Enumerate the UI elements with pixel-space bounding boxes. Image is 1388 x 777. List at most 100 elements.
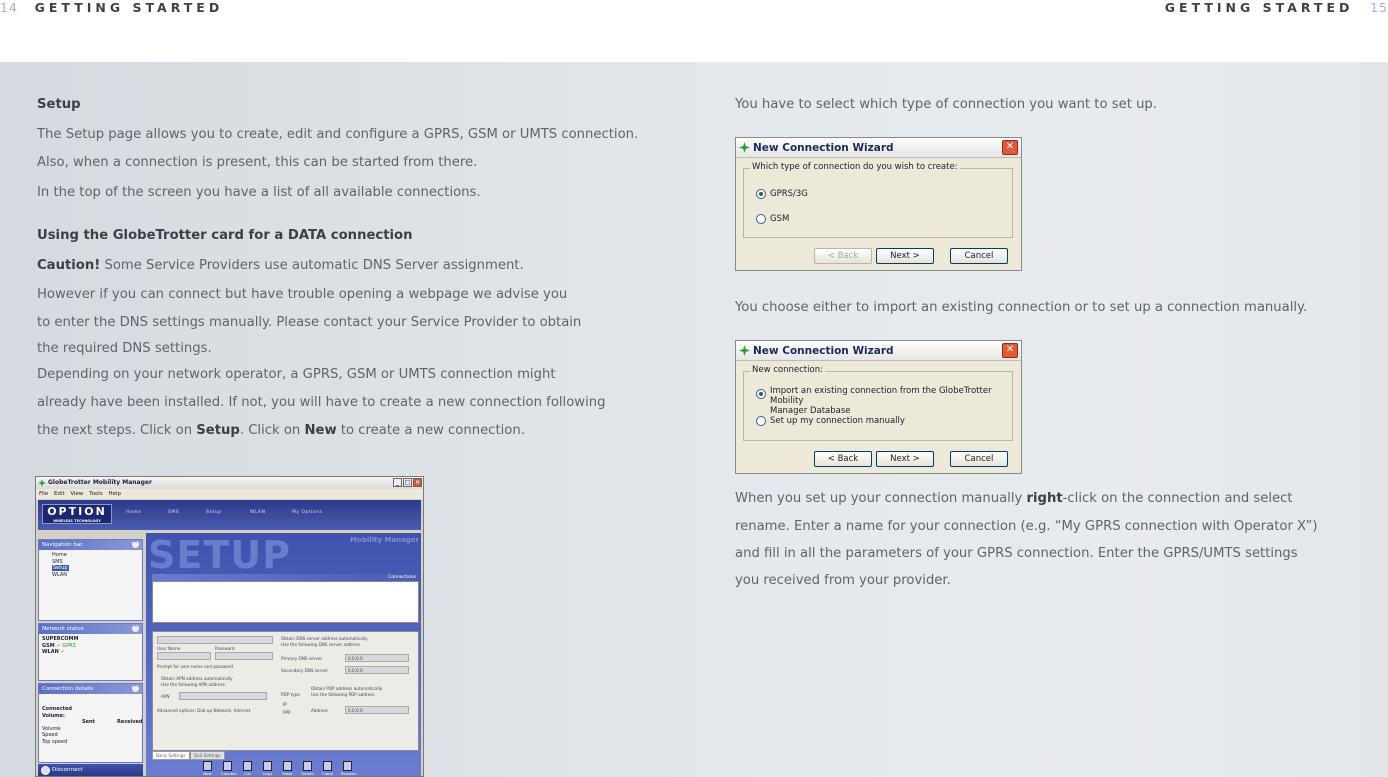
gt-nav-my-options[interactable]: My Options [292,510,322,515]
tool-connect-label: Connect [221,771,237,776]
primary-dns-value: 0.0.0.0 [348,656,363,661]
depending-line-1: Depending on your network operator, a GP… [37,367,556,382]
gsm-label: GSM [42,642,55,649]
pdp-auto-radio[interactable]: Obtain PDP address automatically [311,686,382,691]
wizard-2-title: New Connection Wizard [753,345,894,357]
page-number-left: 14 [0,0,18,15]
cancel-button[interactable]: Cancel [950,451,1008,467]
password-label: Password [215,646,235,651]
primary-dns-input[interactable]: 0.0.0.0 [345,654,409,662]
pdp-manual-radio[interactable]: Use the following PDP address [311,692,375,697]
radio-icon [756,416,766,426]
option-logo: OPTION WIRELESS TECHNOLOGY [42,504,112,524]
setup-heading: Setup [37,97,81,112]
back-button[interactable]: < Back [814,451,872,467]
check-icon: ✓ [60,649,65,655]
tool-paste-label: Paste [282,771,293,776]
wizard-2-title-bar: New Connection Wizard ✕ [736,341,1021,361]
gt-window-title: GlobeTrotter Mobility Manager [48,479,152,486]
connection-type-intro: You have to select which type of connect… [735,97,1157,112]
tool-delete-button[interactable]: Delete [301,761,314,776]
wizard-connection-type: New Connection Wizard ✕ Which type of co… [735,137,1022,271]
close-icon[interactable]: ✕ [1002,140,1018,155]
user-name-input[interactable] [157,652,211,660]
connection-name-field[interactable] [157,636,273,644]
next-button[interactable]: Next > [876,451,934,467]
connection-details-title: Connection details [39,684,142,694]
gt-window-controls: _ □ × [393,478,422,487]
tool-paste-button[interactable]: Paste [281,761,294,776]
rename-icon [343,761,352,771]
radio-gprs-3g[interactable]: GPRS/3G [756,189,808,199]
manual-text-a: When you set up your connection manually [735,491,1027,506]
next-button[interactable]: Next > [876,248,934,264]
radio-import-existing[interactable]: Import an existing connection from the G… [756,386,1012,416]
maximize-icon[interactable]: □ [403,478,412,487]
option-import-label-2: Manager Database [770,406,851,416]
secondary-dns-input[interactable]: 0.0.0.0 [345,666,409,674]
tool-copy-button[interactable]: Copy [261,761,274,776]
close-icon[interactable]: × [413,478,422,487]
back-button[interactable]: < Back [814,248,872,264]
apn-manual-radio[interactable]: Use the following APN address [161,682,225,687]
wizard-2-group: New connection: Import an existing conne… [743,365,1013,441]
gt-nav-sms[interactable]: SMS [168,510,179,515]
connections-header: Connections [152,574,419,581]
manual-setup-line-2: rename. Enter a name for your connection… [735,519,1318,534]
dns-auto-radio[interactable]: Obtain DNS server address automatically [281,636,368,641]
tool-connect-button[interactable]: Connect [221,761,237,776]
prompt-checkbox[interactable]: Prompt for user name and password [157,664,233,669]
caution-line-2: However if you can connect but have trou… [37,287,568,302]
caution-text-1: Some Service Providers use automatic DNS… [100,258,524,273]
wizard-1-title-bar: New Connection Wizard ✕ [736,138,1021,158]
received-label: Received [116,719,143,725]
depending-text-b: . Click on [239,423,305,438]
manual-setup-line-1: When you set up your connection manually… [735,486,1293,512]
logo-text: OPTION [47,505,107,518]
radio-setup-manually[interactable]: Set up my connection manually [756,416,905,426]
tool-cut-button[interactable]: Cut [241,761,254,776]
gprs-label: GPRS [62,642,76,649]
tool-new-button[interactable]: New [201,761,214,776]
tab-basic-settings[interactable]: Basic Settings [152,751,190,760]
apn-auto-radio[interactable]: Obtain APN address automatically [161,676,233,681]
running-title-right: GETTING STARTED [1164,0,1354,15]
disconnect-button[interactable]: Disconnect [38,764,143,776]
address-input[interactable]: 0.0.0.0 [345,706,409,714]
new-bold: New [304,423,337,438]
check-icon: ✓ [56,642,61,649]
password-input[interactable] [215,652,273,660]
manual-setup-line-3: and fill in all the parameters of your G… [735,546,1298,561]
apn-input[interactable] [179,692,267,700]
depending-line-3: the next steps. Click on Setup. Click on… [37,418,525,444]
dns-manual-radio[interactable]: Use the following DNS server address [281,642,360,647]
tool-rename-button[interactable]: Rename [341,761,357,776]
setup-paragraph-line-2: Also, when a connection is present, this… [37,155,478,170]
cut-icon [243,761,252,771]
cancel-button[interactable]: Cancel [950,248,1008,264]
secondary-dns-value: 0.0.0.0 [348,668,363,673]
data-connection-heading: Using the GlobeTrotter card for a DATA c… [37,228,413,243]
gt-nav-home[interactable]: Home [126,510,141,515]
depending-line-2: already have been installed. If not, you… [37,395,606,410]
paste-icon [283,761,292,771]
header-right: GETTING STARTED 15 [1165,0,1388,15]
close-icon[interactable]: ✕ [1002,343,1018,358]
gt-nav-setup[interactable]: Setup [206,510,222,515]
ppp-radio[interactable]: PPP [283,710,291,715]
tool-clone-button[interactable]: Clone [321,761,334,776]
connect-icon [223,761,232,771]
minimize-icon[interactable]: _ [393,478,402,487]
tab-qos-settings[interactable]: QoS Settings [189,751,225,760]
tree-item-setup-label: Setup [52,565,69,571]
globetrotter-icon [739,142,750,153]
tree-item-wlan[interactable]: WLAN [42,572,139,579]
ip-radio[interactable]: IP [283,702,287,707]
radio-gsm[interactable]: GSM [756,214,789,224]
gt-nav-wlan[interactable]: WLAN [250,510,266,515]
setup-paragraph-2: In the top of the screen you have a list… [37,185,481,200]
depending-text-a: the next steps. Click on [37,423,197,438]
gt-menu-bar[interactable]: File Edit View Tools Help [36,489,423,499]
connection-details-panel: Connection details Connected Volume: Sen… [38,683,143,763]
connections-list[interactable] [152,581,419,623]
